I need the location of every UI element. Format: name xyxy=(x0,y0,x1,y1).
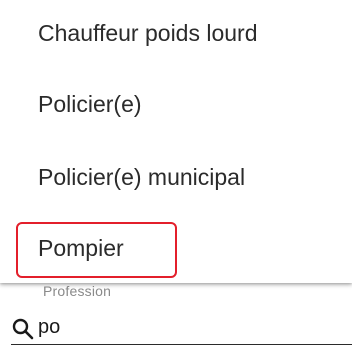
suggestion-option-label: Policier(e) municipal xyxy=(38,163,246,190)
suggestion-option-label: Policier(e) xyxy=(38,90,142,117)
suggestion-option-policier[interactable]: Policier(e) xyxy=(0,74,352,134)
suggestion-option-pompier[interactable]: Pompier xyxy=(0,218,352,278)
profession-autocomplete: Chauffeur poids lourd Policier(e) Polici… xyxy=(0,0,352,351)
suggestion-option-label: Chauffeur poids lourd xyxy=(38,19,258,46)
suggestion-option-label: Pompier xyxy=(38,234,124,261)
profession-field-label: Profession xyxy=(43,283,112,299)
profession-search-input[interactable] xyxy=(36,312,336,342)
field-underline xyxy=(11,344,352,345)
suggestion-dropdown: Chauffeur poids lourd Policier(e) Polici… xyxy=(0,0,352,283)
suggestion-option-chauffeur-poids-lourd[interactable]: Chauffeur poids lourd xyxy=(0,3,352,63)
suggestion-option-policier-municipal[interactable]: Policier(e) municipal xyxy=(0,147,352,207)
search-icon xyxy=(12,318,34,340)
profession-field: Profession xyxy=(0,278,352,351)
